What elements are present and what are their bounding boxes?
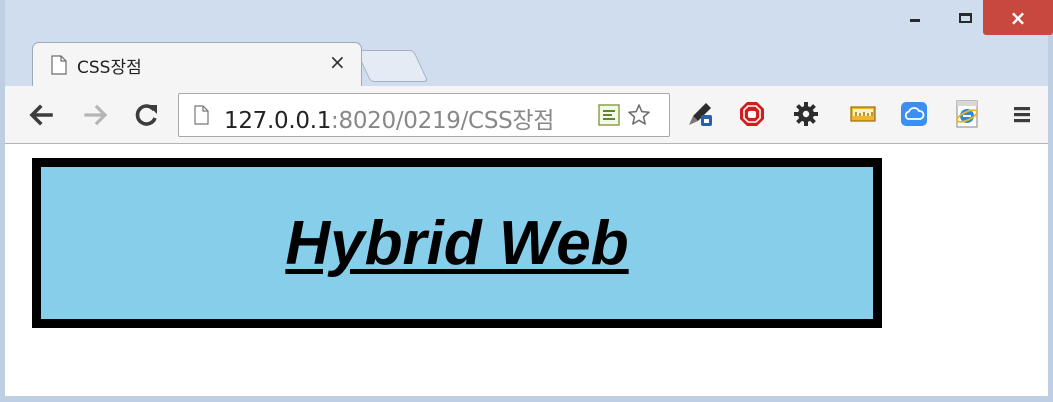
stop-sign-icon[interactable] [738, 100, 766, 128]
title-bar: CSS장점 × × [5, 0, 1053, 86]
rss-feed-icon[interactable] [597, 103, 621, 127]
minimize-button[interactable] [893, 0, 937, 35]
gear-icon[interactable] [792, 100, 820, 128]
close-icon: × [1009, 5, 1027, 30]
ruler-icon[interactable] [849, 100, 877, 128]
url-host: 127.0.0.1 [224, 108, 332, 134]
maximize-button[interactable] [943, 0, 987, 35]
page-icon [51, 55, 67, 75]
page-content: Hybrid Web [5, 144, 1048, 396]
browser-window: CSS장점 × × 127.0.0.1:8020/0219/CSS장점 Hybr… [0, 0, 1053, 402]
cloud-icon[interactable] [900, 100, 928, 128]
url-text[interactable]: 127.0.0.1:8020/0219/CSS장점 [224, 101, 554, 135]
bookmark-star-icon[interactable] [627, 103, 651, 127]
url-path: :8020/0219/CSS장점 [331, 108, 555, 134]
maximize-icon [958, 12, 972, 23]
close-window-button[interactable]: × [983, 0, 1053, 35]
eyedropper-icon[interactable] [686, 100, 714, 128]
address-bar[interactable]: 127.0.0.1:8020/0219/CSS장점 [178, 93, 670, 137]
ie-tab-icon[interactable] [953, 100, 981, 128]
hybrid-web-box: Hybrid Web [32, 158, 882, 328]
browser-toolbar: 127.0.0.1:8020/0219/CSS장점 [5, 86, 1048, 144]
page-icon [194, 105, 209, 125]
forward-arrow-icon[interactable] [82, 101, 110, 129]
back-arrow-icon[interactable] [27, 101, 55, 129]
tab-css-advantages[interactable]: CSS장점 × [32, 42, 362, 86]
page-heading: Hybrid Web [285, 208, 629, 278]
minimize-icon [910, 19, 920, 22]
reload-icon[interactable] [133, 101, 161, 129]
tab-close-icon[interactable]: × [329, 50, 346, 74]
hamburger-menu-icon[interactable] [1008, 100, 1036, 128]
new-tab-button[interactable] [355, 50, 429, 82]
tab-title: CSS장점 [77, 58, 142, 78]
